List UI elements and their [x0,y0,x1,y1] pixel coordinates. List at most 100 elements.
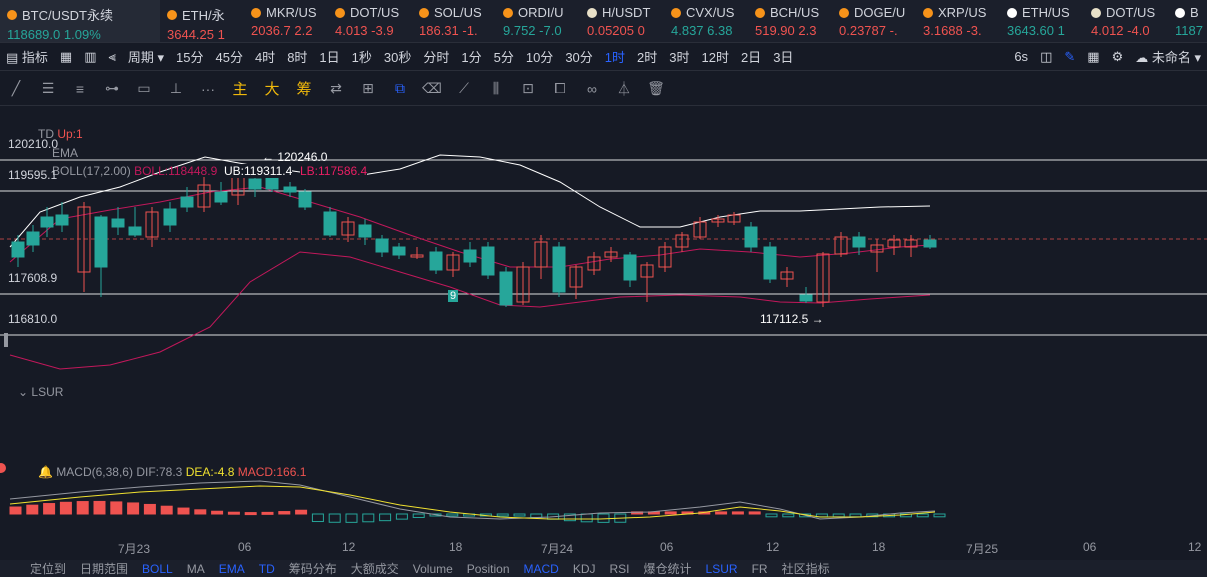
template-icon[interactable]: ▦ [54,49,78,65]
interval-16[interactable]: 2日 [735,47,767,66]
tab-16[interactable]: 社区指标 [782,560,830,577]
candle-icon[interactable]: ⫼ [480,74,512,104]
ticker-price: 1187 [1175,23,1203,38]
chart-area[interactable]: TD Up:1 120210.0 EMA BOLL(17,2.00) BOLL:… [0,107,1207,539]
boll-label: BOLL(17,2.00) BOLL:118448.9 [52,164,218,178]
filter-icon[interactable]: ⏃ [608,74,640,104]
rect-icon[interactable]: ▭ [128,74,160,104]
compare-icon[interactable]: ⇄ [320,74,352,104]
interval-list: 15分 45分 4时 8时 1日 1秒 30秒 分时 1分 5分 10分 30分 1时 2时 3时 12时 2日… [170,47,799,66]
ticker-item[interactable]: XRP/US 3.1688 -3. [916,0,1000,42]
macd-histogram-bar [261,511,274,515]
interval-7[interactable]: 分时 [417,47,455,66]
ticker-item[interactable]: BCH/US 519.90 2.3 [748,0,832,42]
main-force-button[interactable]: 主 [224,74,256,104]
tab-3[interactable]: MA [187,562,205,576]
ub-label: UB:119311.4 [224,164,293,178]
link-icon[interactable]: ∞ [576,74,608,104]
ticker-item[interactable]: BTC/USDT永续 118689.0 1.09% [0,0,160,42]
ticker-price: 4.837 6.38 [671,23,733,38]
ticker-item[interactable]: CVX/US 4.837 6.38 [664,0,748,42]
eraser-icon[interactable]: ⌫ [416,74,448,104]
copy-icon[interactable]: ⧠ [544,74,576,104]
candle-body [248,178,262,190]
ticker-item[interactable]: DOT/US 4.012 -4.0 [1084,0,1168,42]
macd-histogram-bar [110,501,123,515]
interval-8[interactable]: 1分 [455,47,487,66]
tab-2[interactable]: BOLL [142,562,173,576]
settings-icon[interactable]: ⚙ [1106,49,1130,65]
chip-button[interactable]: 筹 [288,74,320,104]
ticker-name: DOGE/U [839,5,916,20]
interval-2[interactable]: 4时 [249,47,281,66]
ticker-item[interactable]: DOGE/U 0.23787 -. [832,0,916,42]
tab-4[interactable]: EMA [219,562,245,576]
interval-3[interactable]: 8时 [281,47,313,66]
interval-6[interactable]: 30秒 [378,47,417,66]
candle-body [499,271,513,306]
hline-icon[interactable]: ⊶ [96,74,128,104]
interval-14[interactable]: 3时 [663,47,695,66]
interval-13[interactable]: 2时 [631,47,663,66]
candle-body [623,254,637,281]
camera-icon[interactable]: ◫ [1034,49,1058,65]
bars-icon[interactable]: ⫷ [103,49,122,65]
layout-name-dropdown[interactable]: ☁ 未命名 ▾ [1129,47,1207,66]
interval-9[interactable]: 5分 [488,47,520,66]
interval-4[interactable]: 1日 [313,47,345,66]
ticker-item[interactable]: ETH/永 3644.25 1 [160,0,244,42]
ticker-name: ETH/US [1007,5,1084,20]
measure-icon[interactable]: ⟋ [448,74,480,104]
period-dropdown[interactable]: 周期 ▾ [122,47,170,66]
more-icon[interactable]: ··· [192,74,224,104]
interval-10[interactable]: 10分 [520,47,559,66]
coin-icon [923,7,933,18]
grid-icon[interactable]: ▦ [1081,49,1105,65]
tab-5[interactable]: TD [259,562,275,576]
channel-icon[interactable]: ≡ [64,74,96,104]
interval-17[interactable]: 3日 [767,47,799,66]
ticker-item[interactable]: ETH/US 3643.60 1 [1000,0,1084,42]
ticker-item[interactable]: MKR/US 2036.7 2.2 [244,0,328,42]
interval-1[interactable]: 45分 [209,47,248,66]
large-order-button[interactable]: 大 [256,74,288,104]
ticker-name: DOT/US [335,5,412,20]
tab-15[interactable]: FR [752,562,768,576]
tab-7[interactable]: 大额成交 [351,560,399,577]
coin-icon [839,7,849,18]
tab-11[interactable]: KDJ [573,562,596,576]
tab-10[interactable]: MACD [524,562,559,576]
macd-histogram-bar [160,505,173,515]
tab-6[interactable]: 筹码分布 [289,560,337,577]
magnet-icon[interactable]: ⧉ [384,74,416,104]
indicators-button[interactable]: ▤ 指标 [0,47,54,66]
vline-icon[interactable]: ⊥ [160,74,192,104]
ticker-item[interactable]: B 1187 [1168,0,1207,42]
tab-14[interactable]: LSUR [706,562,738,576]
tab-9[interactable]: Position [467,562,510,576]
layout-icon[interactable]: ▥ [78,49,102,65]
lock-icon[interactable]: ⊡ [512,74,544,104]
macd-label: 🔔 MACD(6,38,6) DIF:78.3 DEA:-4.8 MACD:16… [38,465,307,479]
trash-icon[interactable]: 🗑 [640,74,672,104]
ticker-name: DOT/US [1091,5,1168,20]
tab-8[interactable]: Volume [413,562,453,576]
tab-13[interactable]: 爆仓统计 [644,560,692,577]
interval-0[interactable]: 15分 [170,47,209,66]
tab-1[interactable]: 日期范围 [80,560,128,577]
pen-icon[interactable]: ✎ [1058,49,1081,65]
interval-11[interactable]: 30分 [559,47,598,66]
tab-0[interactable]: 定位到 [30,560,66,577]
fib-icon[interactable]: ☰ [32,74,64,104]
ticker-item[interactable]: H/USDT 0.05205 0 [580,0,664,42]
ticker-item[interactable]: DOT/US 4.013 -3.9 [328,0,412,42]
table-icon[interactable]: ⊞ [352,74,384,104]
ticker-item[interactable]: SOL/US 186.31 -1. [412,0,496,42]
interval-12[interactable]: 1时 [599,47,631,66]
interval-5[interactable]: 1秒 [346,47,378,66]
interval-15[interactable]: 12时 [695,47,734,66]
trendline-icon[interactable]: ╱ [0,74,32,104]
tab-12[interactable]: RSI [610,562,630,576]
macd-histogram-bar [362,513,375,523]
ticker-item[interactable]: ORDI/U 9.752 -7.0 [496,0,580,42]
